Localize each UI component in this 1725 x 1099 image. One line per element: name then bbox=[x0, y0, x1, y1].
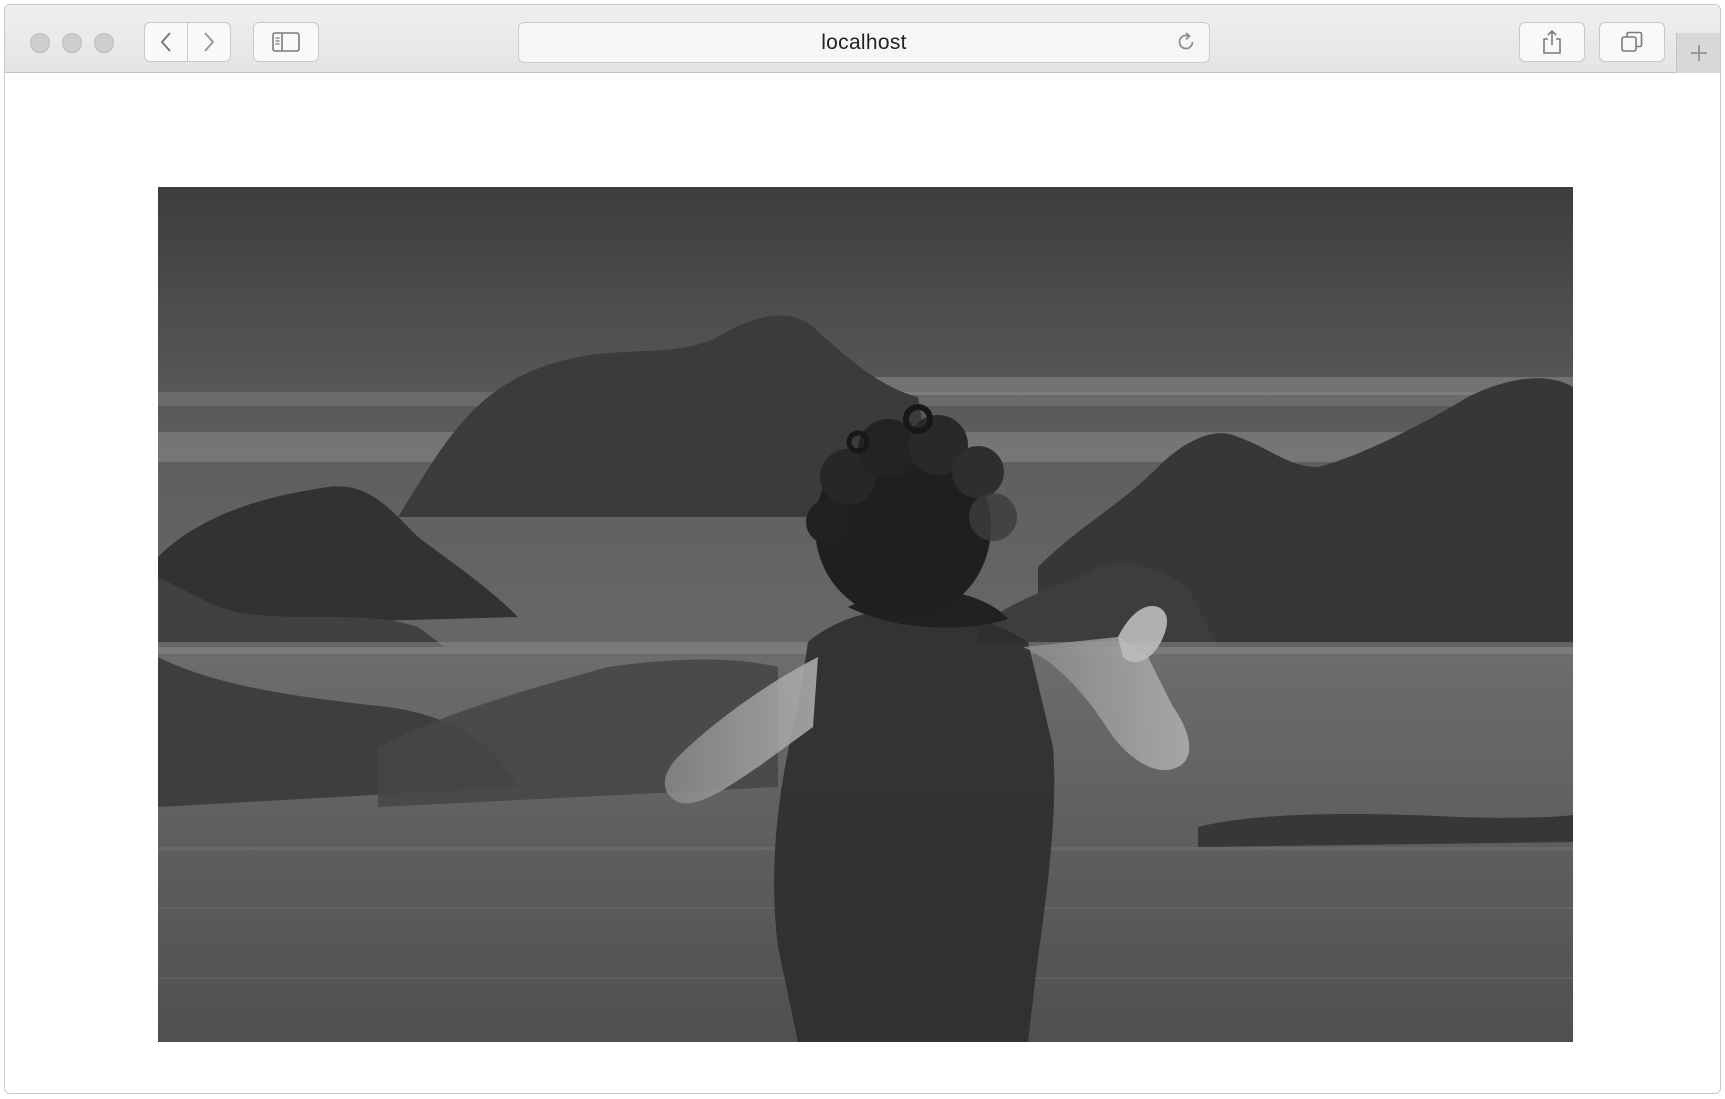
close-window-button[interactable] bbox=[30, 33, 50, 53]
share-icon bbox=[1543, 29, 1561, 54]
browser-toolbar: localhost bbox=[5, 5, 1720, 73]
sidebar-icon bbox=[272, 32, 300, 52]
chevron-right-icon bbox=[204, 32, 215, 52]
plus-icon bbox=[1690, 45, 1707, 61]
forward-button[interactable] bbox=[187, 22, 231, 62]
back-button[interactable] bbox=[144, 22, 188, 62]
zoom-window-button[interactable] bbox=[94, 33, 114, 53]
share-button[interactable] bbox=[1519, 22, 1585, 62]
sidebar-button[interactable] bbox=[253, 22, 319, 62]
photo-illustration bbox=[158, 187, 1573, 1042]
reload-icon[interactable] bbox=[1175, 31, 1197, 53]
minimize-window-button[interactable] bbox=[62, 33, 82, 53]
chevron-left-icon bbox=[160, 32, 171, 52]
tabs-overview-button[interactable] bbox=[1599, 22, 1665, 62]
browser-window: localhost bbox=[4, 4, 1721, 1094]
page-content bbox=[5, 73, 1720, 1093]
new-tab-button[interactable] bbox=[1676, 33, 1720, 73]
tabs-overview-icon bbox=[1621, 31, 1643, 52]
address-bar[interactable]: localhost bbox=[518, 22, 1210, 63]
address-text: localhost bbox=[821, 31, 907, 54]
beach-photo bbox=[158, 187, 1573, 1042]
